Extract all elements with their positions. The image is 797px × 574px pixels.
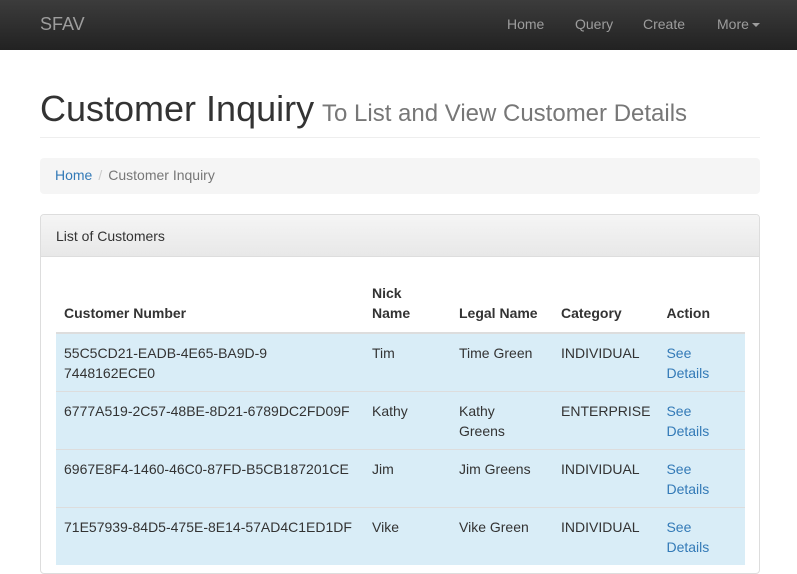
cell-category: INDIVIDUAL: [553, 332, 659, 392]
breadcrumb: Home / Customer Inquiry: [40, 158, 760, 194]
page-header: Customer Inquiry To List and View Custom…: [40, 88, 760, 138]
see-details-link[interactable]: See Details: [666, 459, 716, 499]
cell-legal-name: Time Green: [451, 332, 553, 392]
cell-action: See Details: [658, 507, 745, 565]
cell-customer-number: 6777A519-2C57-48BE-8D21-6789DC2FD09F: [56, 391, 364, 450]
nav-more-dropdown[interactable]: More: [717, 16, 760, 32]
cell-category: INDIVIDUAL: [553, 449, 659, 508]
nav-create-link[interactable]: Create: [643, 16, 685, 32]
brand-link[interactable]: SFAV: [40, 14, 85, 35]
cell-nick-name: Kathy: [364, 391, 451, 450]
legal-name: Kathy Greens: [459, 403, 505, 439]
cell-customer-number: 6967E8F4-1460-46C0-87FD-B5CB187201CE: [56, 449, 364, 508]
header-legal-name: Legal Name: [451, 275, 553, 334]
cell-customer-number: 55C5CD21-EADB-4E65-BA9D-97448162ECE0: [56, 332, 364, 392]
nav-more-label: More: [717, 16, 749, 32]
panel-heading: List of Customers: [41, 215, 759, 257]
top-navbar: SFAV Home Query Create More: [0, 0, 797, 50]
page-subtitle: To List and View Customer Details: [322, 100, 688, 127]
customers-table: Customer Number Nick Name Legal Name Cat…: [56, 275, 745, 565]
cell-nick-name: Jim: [364, 449, 451, 508]
customer-number: 55C5CD21-EADB-4E65-BA9D-97448162ECE0: [64, 345, 268, 381]
cell-action: See Details: [658, 449, 745, 508]
table-row: 6777A519-2C57-48BE-8D21-6789DC2FD09F Kat…: [56, 391, 745, 450]
header-customer-number: Customer Number: [56, 275, 364, 334]
table-row: 71E57939-84D5-475E-8E14-57AD4C1ED1DF Vik…: [56, 507, 745, 565]
cell-legal-name: Vike Green: [451, 507, 553, 565]
customers-panel: List of Customers Customer Number Nick N…: [40, 214, 760, 574]
header-nick-name-label: Nick Name: [372, 285, 411, 321]
cell-category: INDIVIDUAL: [553, 507, 659, 565]
cell-legal-name: Jim Greens: [451, 449, 553, 508]
cell-action: See Details: [658, 332, 745, 392]
see-details-link[interactable]: See Details: [666, 343, 716, 383]
cell-nick-name: Vike: [364, 507, 451, 565]
table-row: 55C5CD21-EADB-4E65-BA9D-97448162ECE0 Tim…: [56, 332, 745, 392]
header-category: Category: [553, 275, 659, 334]
header-action: Action: [658, 275, 745, 334]
breadcrumb-home-link[interactable]: Home: [55, 167, 92, 183]
header-nick-name: Nick Name: [364, 275, 451, 334]
page-title: Customer Inquiry: [40, 88, 315, 129]
cell-customer-number: 71E57939-84D5-475E-8E14-57AD4C1ED1DF: [56, 507, 364, 565]
cell-nick-name: Tim: [364, 332, 451, 392]
table-header-row: Customer Number Nick Name Legal Name Cat…: [56, 275, 745, 334]
cell-action: See Details: [658, 391, 745, 450]
table-row: 6967E8F4-1460-46C0-87FD-B5CB187201CE Jim…: [56, 449, 745, 508]
breadcrumb-separator: /: [98, 167, 103, 183]
nav-query-link[interactable]: Query: [575, 16, 613, 32]
cell-legal-name: Kathy Greens: [451, 391, 553, 450]
caret-down-icon: [751, 23, 760, 28]
nav-home-link[interactable]: Home: [507, 16, 544, 32]
breadcrumb-current: Customer Inquiry: [108, 167, 215, 183]
cell-category: ENTERPRISE: [553, 391, 659, 450]
see-details-link[interactable]: See Details: [666, 401, 716, 441]
see-details-link[interactable]: See Details: [666, 517, 716, 557]
